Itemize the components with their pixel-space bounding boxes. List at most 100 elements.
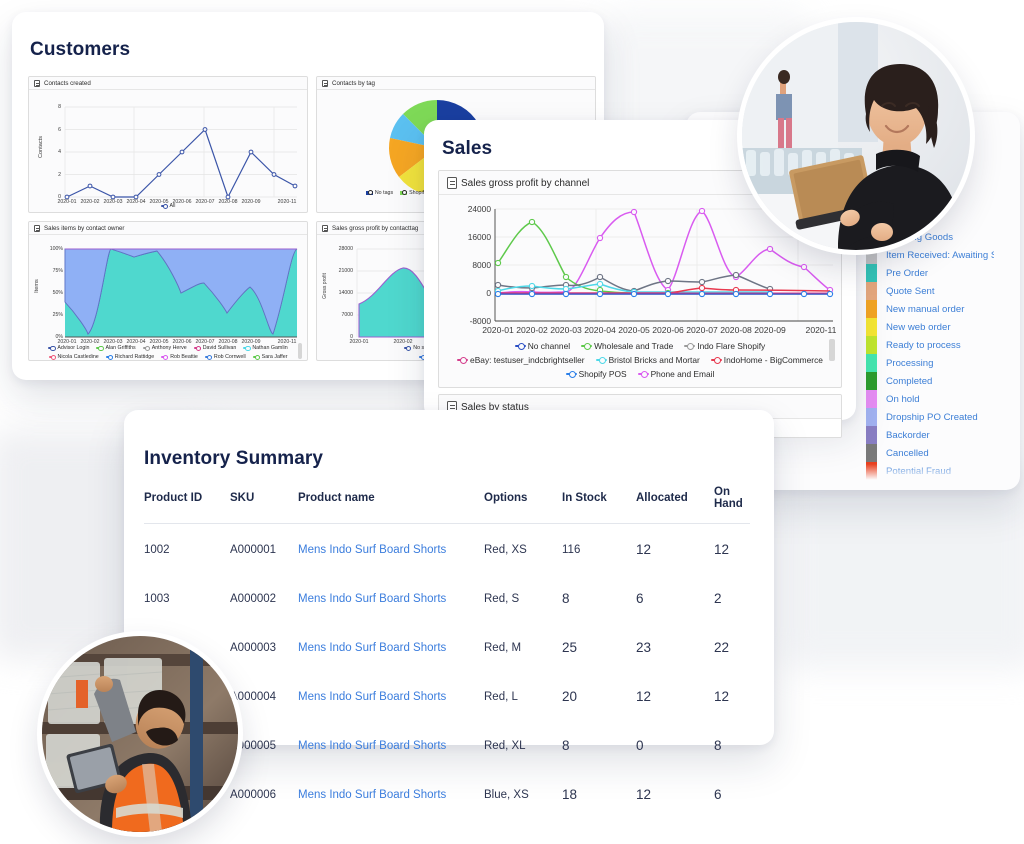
legend-item[interactable]: eBay: testuser_indcbrightseller: [457, 355, 585, 365]
cell-sku: A000006: [230, 788, 277, 801]
legend-item[interactable]: Shopify: [400, 189, 427, 196]
status-color-swatch: [866, 282, 877, 300]
legend-label: Advisor Login: [57, 345, 90, 351]
table-row[interactable]: 1004 A000003 Mens Indo Surf Board Shorts…: [144, 622, 750, 671]
chart-sales-items-by-contact-owner[interactable]: Items 100% 75% 50% 25% 0% 2020-01 2020-0…: [29, 235, 307, 360]
column-header-sku[interactable]: SKU: [230, 486, 298, 524]
cell-options: Red, L: [484, 690, 518, 703]
legend-item[interactable]: Advisor Login: [48, 345, 89, 351]
status-item[interactable]: Completed: [866, 372, 994, 390]
chart-sales-gross-profit-by-channel[interactable]: 24000 16000 8000 0 -8000 2020-01 2020-02…: [439, 195, 841, 387]
status-label: New manual order: [886, 303, 965, 315]
legend-item[interactable]: Indo Flare Shopify: [684, 341, 765, 351]
column-header-product-name[interactable]: Product name: [298, 486, 484, 524]
legend-item[interactable]: Sara Jaffer: [252, 354, 287, 360]
legend-label: Alan Griffiths: [105, 345, 136, 351]
cell-on-hand: 22: [714, 640, 730, 655]
chart-legend: No channel Wholesale and Trade Indo Flar…: [439, 341, 841, 379]
legend-item[interactable]: No tags: [365, 189, 394, 196]
chart-contacts-created[interactable]: Contacts 8 6 4 2 0 2020-01 2020-02 2020-…: [29, 90, 307, 212]
legend-item[interactable]: No channel: [514, 341, 570, 351]
legend-item[interactable]: Nicola Castledine: [48, 354, 99, 360]
status-item[interactable]: Ready to process: [866, 336, 994, 354]
status-item[interactable]: New web order: [866, 318, 994, 336]
legend-label: Anthony Herve: [151, 345, 187, 351]
status-color-swatch: [866, 390, 877, 408]
status-label: Cancelled: [886, 447, 929, 459]
legend-label: Nicola Castledine: [57, 354, 99, 360]
legend-label: No tags: [374, 190, 394, 196]
cell-options: Red, XS: [484, 543, 527, 556]
cell-product-name-link[interactable]: Mens Indo Surf Board Shorts: [298, 720, 484, 769]
cell-product-name-link[interactable]: Mens Indo Surf Board Shorts: [298, 573, 484, 622]
legend-item[interactable]: IndoHome - BigCommerce: [710, 355, 823, 365]
table-row[interactable]: 1002 A000001 Mens Indo Surf Board Shorts…: [144, 524, 750, 574]
status-item[interactable]: On hold: [866, 390, 994, 408]
status-item[interactable]: Item Received: Awaiting Shipment: [866, 246, 994, 264]
legend-item[interactable]: Bristol Bricks and Mortar: [595, 355, 700, 365]
legend-item[interactable]: Phone and Email: [637, 369, 715, 379]
legend-marker: [514, 342, 526, 351]
cell-product-name-link[interactable]: Mens Indo Surf Board Shorts: [298, 671, 484, 720]
cell-on-hand: 2: [714, 591, 722, 606]
column-header-on-hand[interactable]: On Hand: [714, 486, 750, 524]
widget-title: Contacts created: [44, 80, 91, 87]
legend-label: Shopify POS: [578, 369, 627, 379]
cell-allocated: 12: [636, 542, 652, 557]
legend-item[interactable]: All: [160, 203, 175, 209]
status-item[interactable]: Dropship PO Created: [866, 408, 994, 426]
status-label: Ready to process: [886, 339, 961, 351]
status-item[interactable]: Cancelled: [866, 444, 994, 462]
column-header-allocated[interactable]: Allocated: [636, 486, 714, 524]
cell-sku: A000005: [230, 739, 277, 752]
legend-scrollbar[interactable]: [829, 339, 835, 361]
cell-allocated: 0: [636, 738, 644, 753]
dashboard-collage: Awaiting Goods Item Received: Awaiting S…: [0, 0, 1024, 844]
status-item[interactable]: Processing: [866, 354, 994, 372]
legend-label: Phone and Email: [650, 369, 715, 379]
table-row[interactable]: 1003 A000002 Mens Indo Surf Board Shorts…: [144, 573, 750, 622]
cell-product-name-link[interactable]: Mens Indo Surf Board Shorts: [298, 524, 484, 574]
legend-marker: [400, 189, 408, 195]
legend-marker: [48, 345, 56, 351]
status-item[interactable]: Pre Order: [866, 264, 994, 282]
legend-item[interactable]: Rob Beattie: [161, 354, 198, 360]
table-header-row: Product ID SKU Product name Options In S…: [144, 486, 750, 524]
legend-item[interactable]: Alan Griffiths: [96, 345, 136, 351]
cell-product-id: 1003: [144, 592, 170, 605]
legend-marker: [243, 345, 251, 351]
legend-item[interactable]: Nathan Gamlin: [243, 345, 288, 351]
legend-item[interactable]: Anthony Herve: [142, 345, 187, 351]
cell-on-hand: 12: [714, 542, 730, 557]
widget-header: Contacts created: [29, 77, 307, 90]
cell-in-stock: 18: [562, 787, 578, 802]
legend-marker: [48, 354, 56, 360]
status-item[interactable]: Backorder: [866, 426, 994, 444]
legend-label: Nathan Gamlin: [252, 345, 288, 351]
column-header-in-stock[interactable]: In Stock: [562, 486, 636, 524]
status-label: Completed: [886, 375, 933, 387]
status-item[interactable]: Quote Sent: [866, 282, 994, 300]
legend-marker: [684, 342, 696, 351]
report-icon: [34, 225, 40, 232]
status-item[interactable]: New manual order: [866, 300, 994, 318]
legend-item[interactable]: David Sullivan: [193, 345, 236, 351]
cell-product-name-link[interactable]: Mens Indo Surf Board Shorts: [298, 622, 484, 671]
legend-item[interactable]: Rob Cornwell: [204, 354, 246, 360]
status-label: Quote Sent: [886, 285, 935, 297]
status-label: Processing: [886, 357, 934, 369]
cell-product-name-link[interactable]: Mens Indo Surf Board Shorts: [298, 769, 484, 818]
legend-item[interactable]: Wholesale and Trade: [581, 341, 673, 351]
cell-sku: A000003: [230, 641, 277, 654]
legend-marker: [710, 356, 722, 365]
legend-item[interactable]: Shopify POS: [565, 369, 627, 379]
column-header-product-id[interactable]: Product ID: [144, 486, 230, 524]
legend-marker: [96, 345, 104, 351]
legend-item[interactable]: Richard Rattidge: [105, 354, 155, 360]
column-header-options[interactable]: Options: [484, 486, 562, 524]
table-row[interactable]: 1007 A000006 Mens Indo Surf Board Shorts…: [144, 769, 750, 818]
cell-allocated: 12: [636, 689, 652, 704]
legend-label: Richard Rattidge: [114, 354, 155, 360]
legend-scrollbar[interactable]: [298, 343, 302, 359]
status-label: Item Received: Awaiting Shipment: [886, 249, 994, 261]
